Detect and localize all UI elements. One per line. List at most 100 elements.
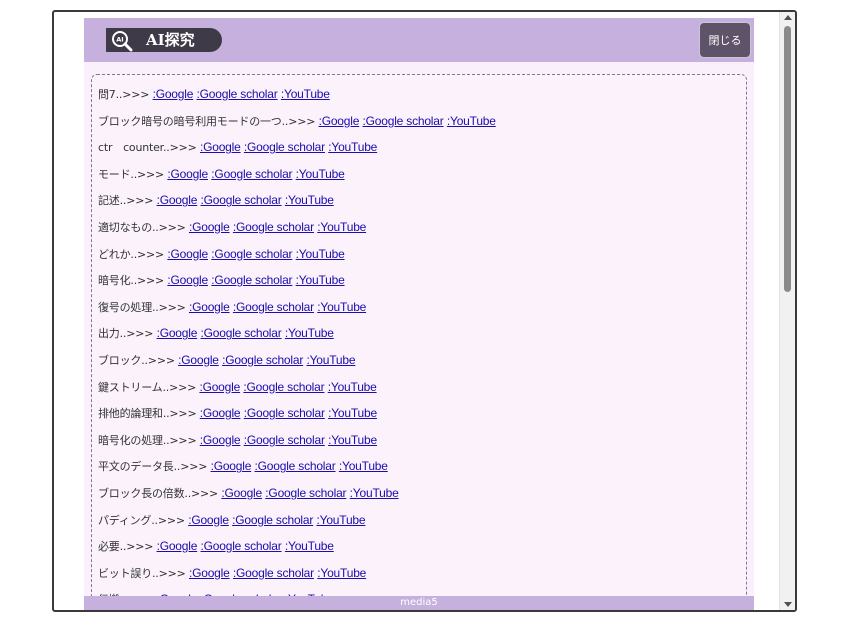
google-link[interactable]: :Google <box>157 193 198 207</box>
google-scholar-link[interactable]: :Google scholar <box>232 513 313 527</box>
google-link[interactable]: :Google <box>178 353 219 367</box>
scroll-thumb[interactable] <box>784 26 791 292</box>
google-link[interactable]: :Google <box>157 539 198 553</box>
youtube-link[interactable]: :YouTube <box>328 406 377 420</box>
google-link[interactable]: :Google <box>167 247 208 261</box>
keyword-separator: ..>>> <box>173 460 208 474</box>
keyword-row: パディング..>>> :Google :Google scholar :YouT… <box>98 512 496 539</box>
keyword-separator: ..>>> <box>130 167 165 181</box>
keyword-text: 鍵ストリーム <box>98 380 163 394</box>
google-scholar-link[interactable]: :Google scholar <box>211 273 292 287</box>
google-scholar-link[interactable]: :Google scholar <box>244 433 325 447</box>
google-scholar-link[interactable]: :Google scholar <box>255 459 336 473</box>
keyword-row: 暗号化..>>> :Google :Google scholar :YouTub… <box>98 272 496 299</box>
google-link[interactable]: :Google <box>167 167 208 181</box>
google-scholar-link[interactable]: :Google scholar <box>222 353 303 367</box>
keyword-row: ctr counter..>>> :Google :Google scholar… <box>98 139 496 166</box>
google-scholar-link[interactable]: :Google scholar <box>233 220 314 234</box>
youtube-link[interactable]: :YouTube <box>328 380 377 394</box>
youtube-link[interactable]: :YouTube <box>328 140 377 154</box>
google-scholar-link[interactable]: :Google scholar <box>201 326 282 340</box>
google-scholar-link[interactable]: :Google scholar <box>211 247 292 261</box>
google-link[interactable]: :Google <box>153 87 194 101</box>
keyword-separator: ..>>> <box>162 380 197 394</box>
keyword-separator: ..>>> <box>152 300 186 314</box>
youtube-link[interactable]: :YouTube <box>350 486 399 500</box>
keyword-text: 問7 <box>98 88 116 101</box>
scroll-down-icon[interactable] <box>784 602 792 607</box>
keyword-row: 出力..>>> :Google :Google scholar :YouTube <box>98 325 496 352</box>
keyword-text: ブロック <box>98 353 142 367</box>
youtube-link[interactable]: :YouTube <box>339 459 388 473</box>
google-scholar-link[interactable]: :Google scholar <box>197 87 278 101</box>
google-link[interactable]: :Google <box>167 273 208 287</box>
google-scholar-link[interactable]: :Google scholar <box>201 539 282 553</box>
youtube-link[interactable]: :YouTube <box>317 566 366 580</box>
youtube-link[interactable]: :YouTube <box>281 87 330 101</box>
google-link[interactable]: :Google <box>200 140 241 154</box>
keyword-row: 平文のデータ長..>>> :Google :Google scholar :Yo… <box>98 458 496 485</box>
google-link[interactable]: :Google <box>188 513 229 527</box>
keyword-text: モード <box>98 167 131 181</box>
google-scholar-link[interactable]: :Google scholar <box>211 167 292 181</box>
google-scholar-link[interactable]: :Google scholar <box>363 114 444 128</box>
google-link[interactable]: :Google <box>189 220 230 234</box>
keyword-separator: ..>>> <box>151 513 185 527</box>
keyword-text: ブロック長の倍数 <box>98 486 185 500</box>
svg-text:AI: AI <box>116 36 123 44</box>
google-link[interactable]: :Google <box>200 433 241 447</box>
youtube-link[interactable]: :YouTube <box>285 326 334 340</box>
keyword-separator: ..>>> <box>119 540 154 554</box>
google-link[interactable]: :Google <box>200 406 241 420</box>
panel-header: AI AI探究 閉じる <box>84 18 754 62</box>
google-scholar-link[interactable]: :Google scholar <box>265 486 346 500</box>
youtube-link[interactable]: :YouTube <box>285 193 334 207</box>
keyword-text: 復号の処理 <box>98 300 152 314</box>
youtube-link[interactable]: :YouTube <box>328 433 377 447</box>
keyword-row: 排他的論理和..>>> :Google :Google scholar :You… <box>98 405 496 432</box>
keyword-row: 記述..>>> :Google :Google scholar :YouTube <box>98 192 496 219</box>
google-scholar-link[interactable]: :Google scholar <box>233 300 314 314</box>
youtube-link[interactable]: :YouTube <box>317 300 366 314</box>
keyword-separator: ..>>> <box>152 566 186 580</box>
youtube-link[interactable]: :YouTube <box>296 273 345 287</box>
youtube-link[interactable]: :YouTube <box>296 167 345 181</box>
keyword-list-area: 問7..>>> :Google :Google scholar :YouTube… <box>91 74 747 610</box>
youtube-link[interactable]: :YouTube <box>316 513 365 527</box>
magnifier-ai-icon: AI <box>112 31 133 52</box>
youtube-link[interactable]: :YouTube <box>317 220 366 234</box>
google-link[interactable]: :Google <box>211 459 252 473</box>
google-link[interactable]: :Google <box>189 566 230 580</box>
google-scholar-link[interactable]: :Google scholar <box>244 406 325 420</box>
ai-search-panel: AI AI探究 閉じる 問7..>>> :Google :Google scho… <box>84 18 754 610</box>
google-link[interactable]: :Google <box>319 114 360 128</box>
keyword-row: ビット誤り..>>> :Google :Google scholar :YouT… <box>98 565 496 592</box>
popup-window: AI AI探究 閉じる 問7..>>> :Google :Google scho… <box>52 10 797 612</box>
google-link[interactable]: :Google <box>157 326 198 340</box>
keyword-separator: ..>>> <box>119 327 154 341</box>
close-button[interactable]: 閉じる <box>699 22 751 58</box>
keyword-row: モード..>>> :Google :Google scholar :YouTub… <box>98 166 496 193</box>
youtube-link[interactable]: :YouTube <box>447 114 496 128</box>
youtube-link[interactable]: :YouTube <box>285 539 334 553</box>
keyword-separator: ..>>> <box>152 220 186 234</box>
google-scholar-link[interactable]: :Google scholar <box>244 140 325 154</box>
youtube-link[interactable]: :YouTube <box>296 247 345 261</box>
keyword-row: 暗号化の処理..>>> :Google :Google scholar :You… <box>98 432 496 459</box>
vertical-scrollbar[interactable] <box>779 12 795 610</box>
scroll-up-icon[interactable] <box>784 15 792 20</box>
keyword-text: 記述 <box>98 194 120 208</box>
google-scholar-link[interactable]: :Google scholar <box>243 380 324 394</box>
keyword-list: 問7..>>> :Google :Google scholar :YouTube… <box>98 86 496 610</box>
keyword-separator: ..>>> <box>163 141 197 155</box>
google-link[interactable]: :Google <box>189 300 230 314</box>
google-scholar-link[interactable]: :Google scholar <box>233 566 314 580</box>
keyword-text: ビット誤り <box>98 566 152 580</box>
youtube-link[interactable]: :YouTube <box>306 353 355 367</box>
google-link[interactable]: :Google <box>199 380 240 394</box>
google-scholar-link[interactable]: :Google scholar <box>201 193 282 207</box>
keyword-row: ブロック..>>> :Google :Google scholar :YouTu… <box>98 352 496 379</box>
keyword-separator: ..>>> <box>141 353 175 367</box>
keyword-row: 問7..>>> :Google :Google scholar :YouTube <box>98 86 496 113</box>
google-link[interactable]: :Google <box>221 486 262 500</box>
